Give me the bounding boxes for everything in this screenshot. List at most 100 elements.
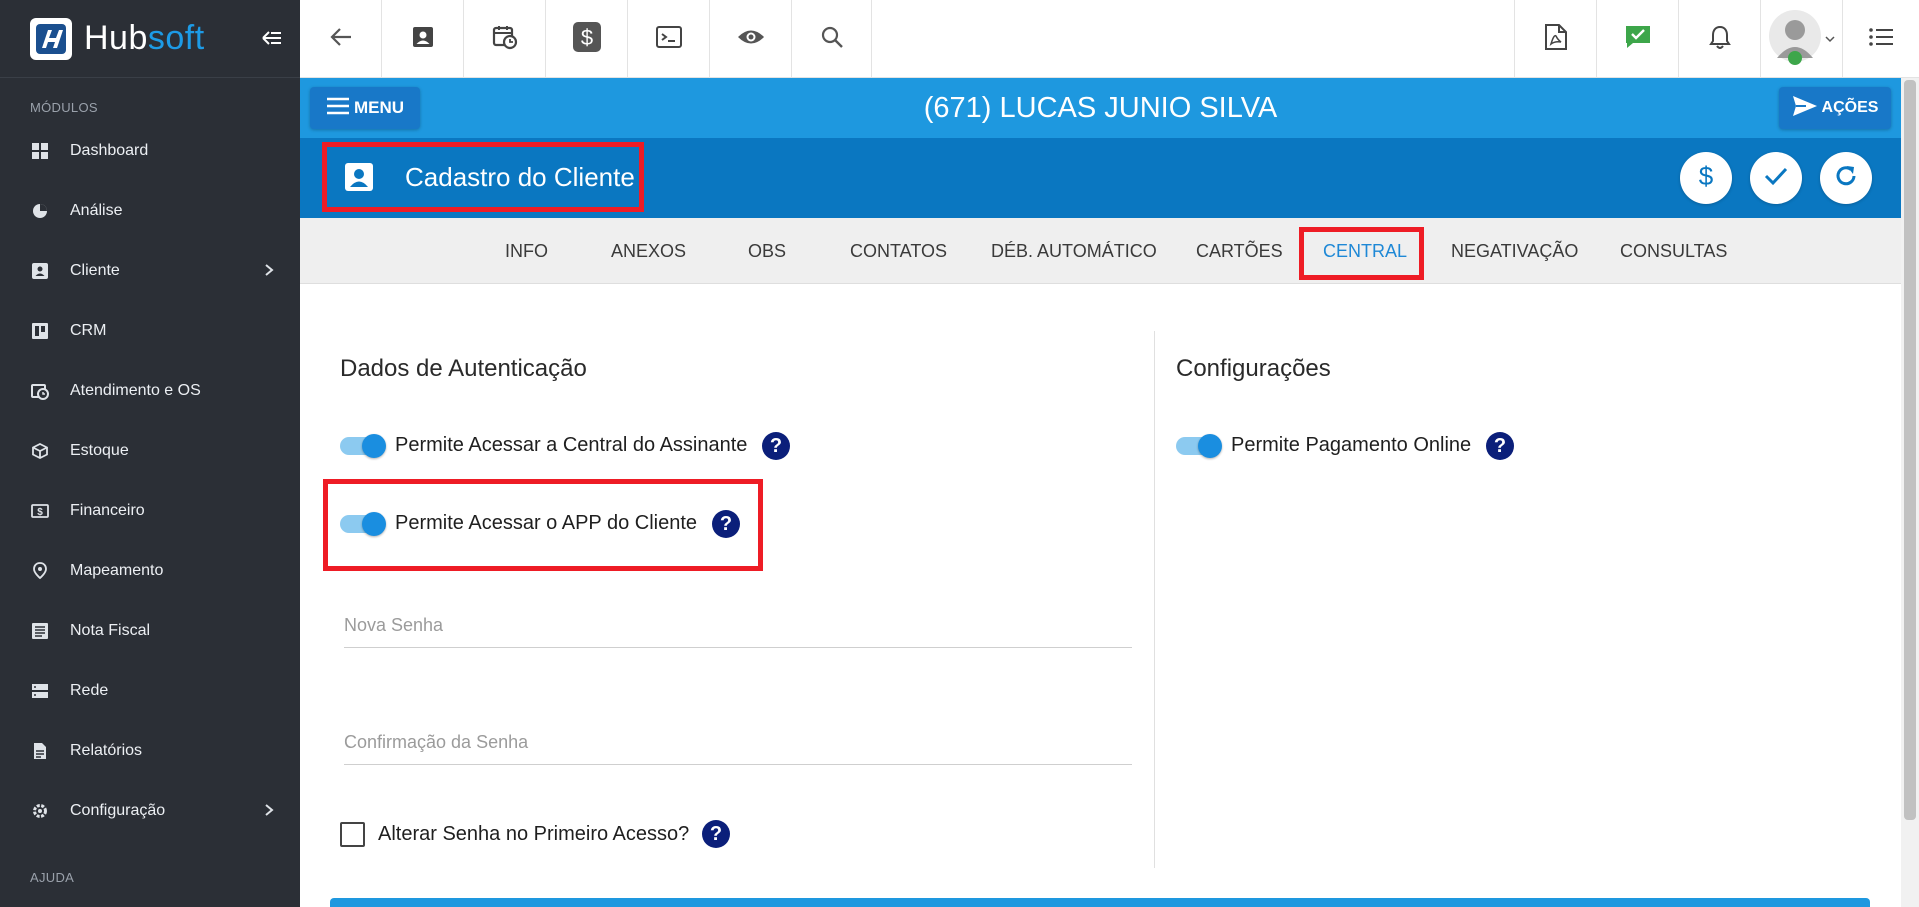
svg-text:$: $ xyxy=(1699,162,1714,190)
sidebar-item-label: Relatórios xyxy=(70,742,143,759)
allow-online-payment-toggle[interactable] xyxy=(1176,434,1222,458)
search-button[interactable] xyxy=(792,0,872,78)
refresh-icon xyxy=(1834,164,1858,193)
sidebar-item-configuracao[interactable]: Configuração xyxy=(0,781,300,841)
back-arrow-icon xyxy=(329,27,353,52)
hamburger-icon xyxy=(326,97,354,120)
hubsoft-logo-icon xyxy=(30,17,72,60)
sidebar-item-label: Análise xyxy=(70,202,123,219)
dollar-icon: $ xyxy=(1696,161,1716,195)
sidebar-item-label: Dashboard xyxy=(70,142,149,159)
sidebar-item-label: Financeiro xyxy=(70,502,145,519)
pie-chart-icon xyxy=(30,201,50,221)
tab-consultas[interactable]: CONSULTAS xyxy=(1620,218,1727,284)
column-divider xyxy=(1154,331,1155,868)
money-icon: $ xyxy=(30,501,50,521)
menu-button[interactable]: MENU xyxy=(310,87,420,129)
back-button[interactable] xyxy=(300,0,382,78)
map-pin-icon xyxy=(30,561,50,581)
sidebar-item-label: Nota Fiscal xyxy=(70,622,151,639)
tab-bar: INFO ANEXOS OBS CONTATOS DÉB. AUTOMÁTICO… xyxy=(300,218,1901,284)
page-scrollbar[interactable] xyxy=(1901,78,1919,907)
sidebar-item-rede[interactable]: Rede xyxy=(0,661,300,721)
confirm-password-field xyxy=(344,721,1132,765)
user-menu-button[interactable] xyxy=(1760,0,1842,78)
dashboard-icon xyxy=(30,141,50,161)
calendar-clock-icon xyxy=(492,24,518,55)
tab-negativacao[interactable]: NEGATIVAÇÃO xyxy=(1451,218,1578,284)
sidebar-item-estoque[interactable]: Estoque xyxy=(0,421,300,481)
page-title-bar: Cadastro do Cliente $ xyxy=(300,138,1901,218)
scrollbar-thumb[interactable] xyxy=(1904,80,1916,820)
new-password-input[interactable] xyxy=(344,604,1132,647)
tab-contatos[interactable]: CONTATOS xyxy=(850,218,947,284)
sidebar-item-atendimento[interactable]: Atendimento e OS xyxy=(0,361,300,421)
sidebar-collapse-icon[interactable] xyxy=(260,26,284,50)
report-file-icon xyxy=(30,741,50,761)
tab-obs[interactable]: OBS xyxy=(748,218,786,284)
view-button[interactable] xyxy=(710,0,792,78)
page-title: Cadastro do Cliente xyxy=(405,161,635,192)
tab-deb-automatico[interactable]: DÉB. AUTOMÁTICO xyxy=(991,218,1157,284)
page-title-highlight: Cadastro do Cliente xyxy=(322,142,644,212)
sidebar-item-label: Mapeamento xyxy=(70,562,164,579)
terminal-button[interactable] xyxy=(628,0,710,78)
help-icon[interactable]: ? xyxy=(702,820,730,848)
sidebar-item-financeiro[interactable]: $ Financeiro xyxy=(0,481,300,541)
finance-button[interactable]: $ xyxy=(1680,152,1732,204)
calendar-clock-icon xyxy=(30,381,50,401)
logo-bar: Hubsoft xyxy=(0,0,300,78)
client-shortcut-button[interactable] xyxy=(382,0,464,78)
toggle-knob xyxy=(362,512,386,536)
sidebar-item-dashboard[interactable]: Dashboard xyxy=(0,121,300,181)
refresh-button[interactable] xyxy=(1820,152,1872,204)
actions-button[interactable]: AÇÕES xyxy=(1779,87,1891,129)
sidebar-item-cliente[interactable]: Cliente xyxy=(0,241,300,301)
sidebar-item-label: CRM xyxy=(70,322,107,339)
help-icon[interactable]: ? xyxy=(1486,432,1514,460)
allow-app-label: Permite Acessar o APP do Cliente xyxy=(395,512,698,534)
gear-icon xyxy=(30,801,50,821)
chevron-right-icon xyxy=(264,263,274,282)
hubsoft-logo-text: Hubsoft xyxy=(84,19,205,57)
allow-app-toggle[interactable] xyxy=(340,512,386,536)
list-menu-button[interactable] xyxy=(1842,0,1919,78)
sidebar-item-label: Configuração xyxy=(70,802,166,819)
sidebar-item-analise[interactable]: Análise xyxy=(0,181,300,241)
help-icon[interactable]: ? xyxy=(712,510,740,538)
active-tab-highlight xyxy=(1299,227,1424,280)
chevron-down-icon xyxy=(1824,30,1835,48)
toggle-knob xyxy=(362,434,386,458)
help-icon[interactable]: ? xyxy=(762,432,790,460)
sidebar-item-label: Rede xyxy=(70,682,109,699)
svg-text:$: $ xyxy=(37,507,43,518)
send-icon xyxy=(1792,95,1822,122)
messages-button[interactable] xyxy=(1596,0,1678,78)
confirm-password-input[interactable] xyxy=(344,721,1132,764)
contact-card-icon xyxy=(343,161,375,193)
allow-central-label: Permite Acessar a Central do Assinante xyxy=(395,434,748,456)
schedule-button[interactable] xyxy=(464,0,546,78)
tab-cartoes[interactable]: CARTÕES xyxy=(1196,218,1283,284)
sidebar-item-nota-fiscal[interactable]: Nota Fiscal xyxy=(0,601,300,661)
pdf-button[interactable] xyxy=(1514,0,1596,78)
sidebar-item-mapeamento[interactable]: Mapeamento xyxy=(0,541,300,601)
save-button[interactable] xyxy=(1750,152,1802,204)
change-first-access-checkbox[interactable] xyxy=(340,822,365,847)
allow-online-payment-label: Permite Pagamento Online xyxy=(1231,434,1472,456)
notifications-button[interactable] xyxy=(1678,0,1760,78)
finance-shortcut-button[interactable]: $ xyxy=(546,0,628,78)
sidebar-item-relatorios[interactable]: Relatórios xyxy=(0,721,300,781)
search-icon xyxy=(820,25,844,54)
save-bar[interactable] xyxy=(330,898,1870,907)
sidebar-item-label: Estoque xyxy=(70,442,129,459)
tab-info[interactable]: INFO xyxy=(505,218,548,284)
tab-anexos[interactable]: ANEXOS xyxy=(611,218,686,284)
allow-central-toggle[interactable] xyxy=(340,434,386,458)
client-name: (671) LUCAS JUNIO SILVA xyxy=(923,92,1278,124)
contact-card-icon xyxy=(30,261,50,281)
sidebar-item-label: Atendimento e OS xyxy=(70,382,201,399)
sidebar-item-crm[interactable]: CRM xyxy=(0,301,300,361)
box-icon xyxy=(30,441,50,461)
top-toolbar: $ xyxy=(300,0,1919,78)
